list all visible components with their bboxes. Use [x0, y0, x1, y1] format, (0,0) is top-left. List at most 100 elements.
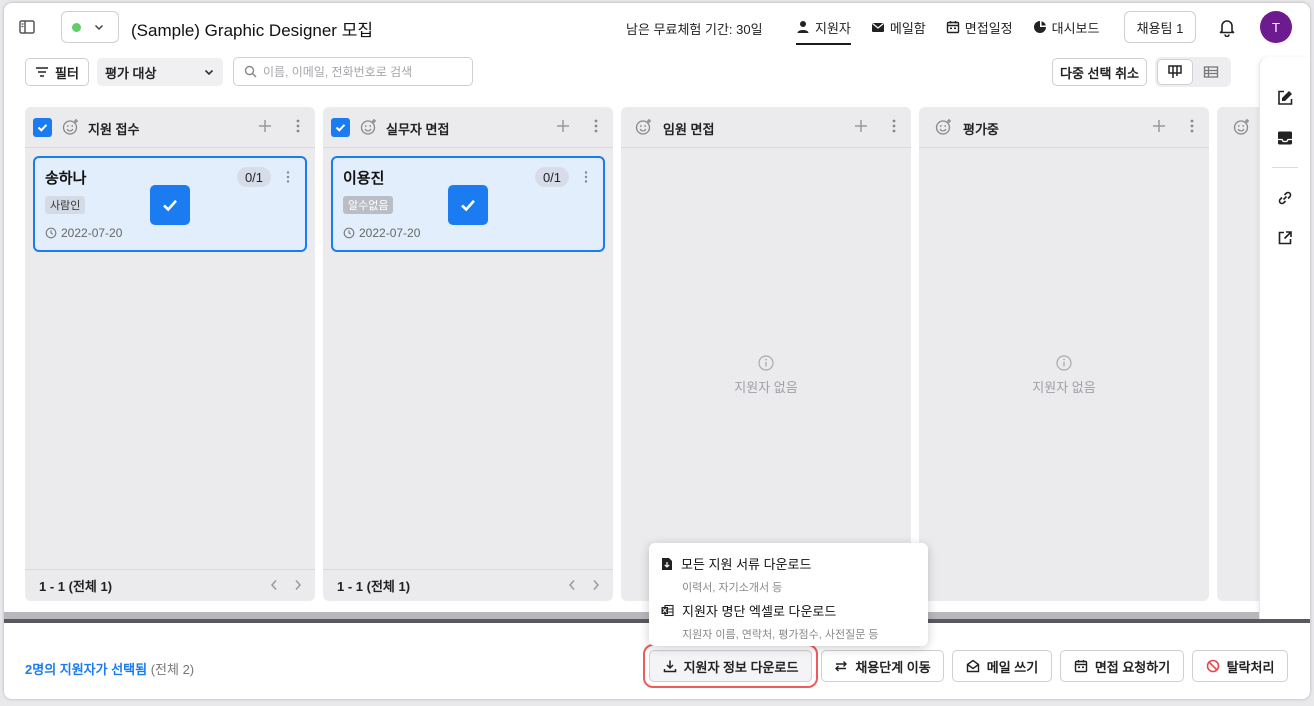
chevron-left-icon[interactable] [269, 579, 279, 591]
trial-remaining-text: 남은 무료체험 기간: 30일 [626, 22, 763, 37]
view-toggle [1155, 57, 1231, 87]
stage-column: 임원 면접 지원자 없음 [621, 107, 911, 601]
board-view-button[interactable] [1157, 59, 1193, 85]
applicant-card[interactable]: 이용진 0/1 알수없음 2022-07-20 [331, 156, 605, 252]
search-icon [244, 65, 257, 78]
person-icon [796, 20, 810, 34]
download-icon [663, 659, 677, 673]
more-vertical-icon[interactable] [1189, 118, 1195, 134]
card-selected-checkbox[interactable] [150, 185, 190, 225]
emoji-add-icon[interactable] [360, 118, 378, 136]
evaluation-target-select[interactable]: 평가 대상 [97, 58, 223, 86]
move-stage-label: 채용단계 이동 [855, 659, 931, 675]
column-title: 임원 면접 [663, 122, 715, 137]
edit-note-icon[interactable] [1276, 89, 1294, 107]
status-dot [72, 22, 81, 32]
plus-icon[interactable] [555, 118, 571, 134]
plus-icon[interactable] [257, 118, 273, 134]
search-box [233, 57, 473, 86]
status-select[interactable] [61, 11, 119, 43]
chevron-right-icon[interactable] [293, 579, 303, 591]
empty-state-text: 지원자 없음 [734, 380, 798, 395]
nav-mailbox[interactable]: 메일함 [871, 3, 926, 51]
mail-open-icon [966, 659, 980, 673]
inbox-icon[interactable] [1276, 129, 1294, 147]
column-header: 실무자 면접 [323, 107, 613, 148]
chevron-right-icon[interactable] [591, 579, 601, 591]
evaluation-target-label: 평가 대상 [105, 65, 157, 81]
rail-divider [1272, 167, 1298, 168]
emoji-add-icon[interactable] [62, 118, 80, 136]
write-mail-button[interactable]: 메일 쓰기 [952, 650, 1052, 682]
download-excel-list-item[interactable]: 지원자 명단 엑셀로 다운로드 지원자 이름, 연락처, 평가점수, 사전질문 … [661, 601, 879, 642]
more-vertical-icon[interactable] [593, 118, 599, 134]
dashboard-icon [1033, 20, 1047, 34]
applied-date-text: 2022-07-20 [359, 226, 421, 240]
nav-dashboard[interactable]: 대시보드 [1033, 3, 1099, 51]
chevron-left-icon[interactable] [567, 579, 577, 591]
mail-icon [871, 20, 885, 34]
more-vertical-icon[interactable] [583, 170, 589, 184]
chevron-down-icon [93, 21, 105, 33]
download-menu: 모든 지원 서류 다운로드 이력서, 자기소개서 등 지원자 명단 엑셀로 다운… [649, 543, 928, 646]
column-header: 지원 접수 [25, 107, 315, 148]
column-title: 평가중 [963, 122, 999, 137]
external-link-icon[interactable] [1276, 229, 1294, 247]
link-icon[interactable] [1276, 189, 1294, 207]
column-header: 평가중 [919, 107, 1209, 148]
info-icon [758, 355, 774, 371]
nav-interview-schedule[interactable]: 면접일정 [946, 3, 1013, 51]
more-vertical-icon[interactable] [891, 118, 897, 134]
swap-arrows-icon [834, 659, 848, 673]
horizontal-scrollbar[interactable] [4, 612, 1259, 619]
reject-label: 탈락처리 [1226, 659, 1275, 675]
plus-icon[interactable] [1151, 118, 1167, 134]
empty-state-text: 지원자 없음 [1032, 380, 1096, 395]
search-input[interactable] [263, 64, 463, 79]
nav-applicants[interactable]: 지원자 [796, 3, 851, 51]
right-tool-rail [1259, 57, 1310, 632]
top-header: (Sample) Graphic Designer 모집 남은 무료체험 기간:… [4, 3, 1310, 51]
user-avatar[interactable]: T [1260, 11, 1292, 43]
filter-label: 필터 [55, 65, 79, 81]
nav-applicants-label: 지원자 [815, 20, 851, 36]
bell-icon[interactable] [1217, 17, 1237, 37]
applicant-card[interactable]: 송하나 0/1 사람인 2022-07-20 [33, 156, 307, 252]
emoji-add-icon[interactable] [1233, 118, 1251, 136]
clock-icon [343, 227, 355, 239]
calendar-icon [946, 20, 960, 34]
download-label: 지원자 정보 다운로드 [683, 659, 799, 675]
hiring-team-button[interactable]: 채용팀 1 [1124, 11, 1196, 43]
reject-button[interactable]: 탈락처리 [1192, 650, 1288, 682]
column-footer: 1 - 1 (전체 1) [323, 569, 613, 601]
download-all-documents-item[interactable]: 모든 지원 서류 다운로드 이력서, 자기소개서 등 [661, 554, 811, 595]
sidebar-toggle-icon[interactable] [18, 18, 36, 36]
main-nav: 지원자 메일함 면접일정 대시보드 [796, 3, 1099, 51]
download-applicant-info-button[interactable]: 지원자 정보 다운로드 [649, 650, 812, 682]
column-title: 실무자 면접 [386, 122, 450, 137]
table-view-icon [1203, 65, 1219, 79]
card-selected-checkbox[interactable] [448, 185, 488, 225]
column-select-checkbox[interactable] [33, 118, 52, 137]
selected-count-text: 2명의 지원자가 선택됨 [25, 662, 148, 677]
cancel-multi-select-button[interactable]: 다중 선택 취소 [1052, 58, 1147, 86]
more-vertical-icon[interactable] [285, 170, 291, 184]
applied-date-text: 2022-07-20 [61, 226, 123, 240]
evaluation-count-badge: 0/1 [237, 167, 271, 187]
download-excel-list-title: 지원자 명단 엑셀로 다운로드 [682, 604, 837, 619]
emoji-add-icon[interactable] [635, 118, 653, 136]
request-interview-label: 면접 요청하기 [1094, 659, 1171, 675]
request-interview-button[interactable]: 면접 요청하기 [1060, 650, 1184, 682]
board-view-icon [1167, 64, 1183, 80]
emoji-add-icon[interactable] [935, 118, 953, 136]
download-all-documents-subtitle: 이력서, 자기소개서 등 [682, 582, 783, 594]
column-select-checkbox[interactable] [331, 118, 350, 137]
plus-icon[interactable] [853, 118, 869, 134]
more-vertical-icon[interactable] [295, 118, 301, 134]
move-stage-button[interactable]: 채용단계 이동 [821, 650, 944, 682]
selected-total-text: (전체 2) [150, 662, 195, 677]
list-view-button[interactable] [1193, 59, 1229, 85]
filter-button[interactable]: 필터 [25, 58, 89, 86]
stage-column: 지원 접수 송하나 0/1 사람인 2022-07-20 1 - 1 (전체 1… [25, 107, 315, 601]
excel-icon [661, 604, 674, 617]
